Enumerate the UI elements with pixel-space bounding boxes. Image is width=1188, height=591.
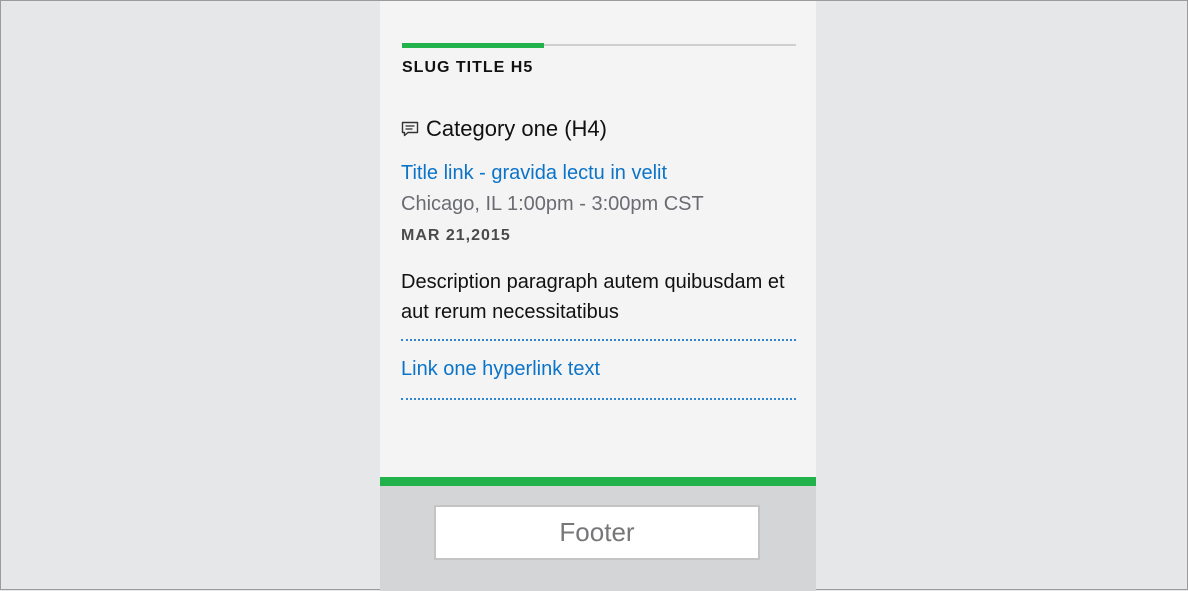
footer-label-box: Footer — [434, 505, 760, 560]
chat-bubble-icon — [400, 119, 420, 139]
page-frame: SLUG TITLE H5 Category one (H4) Title li… — [0, 0, 1188, 591]
divider-bottom — [401, 398, 796, 400]
progress-bar-fill — [402, 43, 544, 48]
accent-bar — [380, 477, 816, 486]
description-paragraph: Description paragraph autem quibusdam et… — [401, 271, 785, 323]
event-location-time: Chicago, IL 1:00pm - 3:00pm CST — [401, 193, 704, 215]
title-link[interactable]: Title link - gravida lectu in velit — [401, 162, 667, 185]
divider-top — [401, 339, 796, 341]
category-title: Category one (H4) — [426, 116, 607, 141]
progress-bar — [402, 43, 796, 48]
slug-title: SLUG TITLE H5 — [402, 59, 534, 76]
hyperlink-one[interactable]: Link one hyperlink text — [401, 358, 600, 381]
footer: Footer — [380, 486, 816, 591]
category-heading: Category one (H4) — [400, 116, 607, 142]
content-card: SLUG TITLE H5 Category one (H4) Title li… — [380, 1, 816, 477]
footer-label: Footer — [559, 517, 635, 547]
event-date: MAR 21,2015 — [401, 227, 511, 244]
